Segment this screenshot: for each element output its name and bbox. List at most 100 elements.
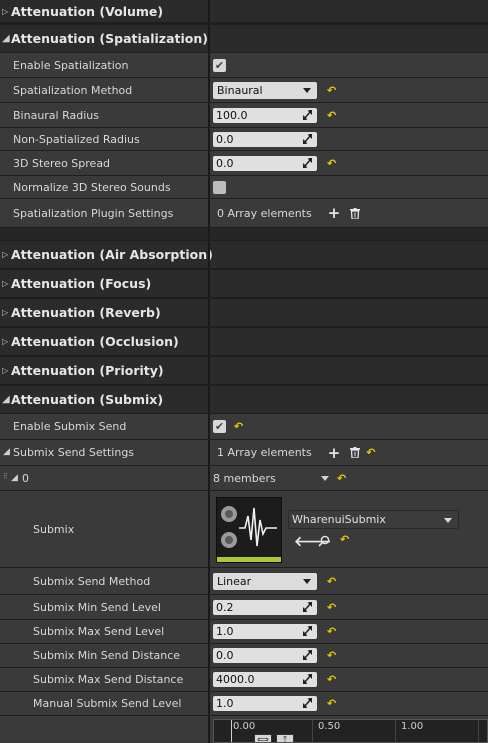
category-priority[interactable]: ▷ Attenuation (Priority) <box>0 357 488 384</box>
zoom-to-fit-vertical-button[interactable]: ⤒ <box>276 734 294 742</box>
property-submix-max-send-level: Submix Max Send Level 1.0 ↶ <box>0 620 488 643</box>
submix-asset-dropdown[interactable]: WharenuiSubmix <box>288 510 459 529</box>
column-divider <box>208 668 210 691</box>
enable-submix-send-checkbox[interactable]: ✔ <box>213 420 226 433</box>
collapsed-arrow-icon[interactable]: ▷ <box>2 270 8 297</box>
submix-thumbnail[interactable] <box>216 497 282 563</box>
stereo-spread-input[interactable]: 0.0 <box>213 155 317 171</box>
category-submix[interactable]: ◢ Attenuation (Submix) <box>0 386 488 413</box>
property-label: Spatialization Plugin Settings <box>13 206 174 220</box>
category-title: Attenuation (Focus) <box>11 276 152 291</box>
collapsed-arrow-icon[interactable]: ▷ <box>2 328 8 355</box>
binaural-radius-input[interactable]: 100.0 <box>213 107 317 123</box>
trash-icon[interactable] <box>350 207 361 219</box>
property-enable-spatialization: Enable Spatialization ✔ <box>0 53 488 77</box>
property-label: Submix Min Send Level <box>33 600 161 614</box>
category-air-absorption[interactable]: ▷ Attenuation (Air Absorption) <box>0 241 488 268</box>
reset-to-default-icon[interactable]: ↶ <box>327 84 336 97</box>
curve-editor[interactable]: 0.00 0.50 1.00 ⟺ ⤒ <box>213 719 488 743</box>
collapsed-arrow-icon[interactable]: ▷ <box>2 241 8 268</box>
min-send-level-input[interactable]: 0.2 <box>213 599 317 615</box>
browse-search-icon[interactable] <box>318 535 330 547</box>
drag-handle-icon[interactable]: ⁝⁝ <box>3 472 8 482</box>
add-element-icon[interactable]: + <box>328 444 341 462</box>
reset-to-default-icon[interactable]: ↶ <box>327 157 336 170</box>
column-divider <box>208 328 210 355</box>
input-value: 100.0 <box>216 108 248 122</box>
reset-to-default-icon[interactable]: ↶ <box>327 649 336 662</box>
asset-type-bar <box>217 557 281 562</box>
property-label: Submix Send Method <box>33 574 151 588</box>
collapsed-arrow-icon[interactable]: ▷ <box>2 0 8 22</box>
property-normalize-stereo: Normalize 3D Stereo Sounds <box>0 176 488 198</box>
property-submix-max-send-distance: Submix Max Send Distance 4000.0 ↶ <box>0 668 488 691</box>
reset-to-default-icon[interactable]: ↶ <box>327 673 336 686</box>
drag-spin-icon <box>303 109 312 120</box>
category-occlusion[interactable]: ▷ Attenuation (Occlusion) <box>0 328 488 355</box>
column-divider <box>208 716 210 743</box>
column-divider <box>208 103 210 127</box>
reset-to-default-icon[interactable]: ↶ <box>337 472 346 485</box>
reset-to-default-icon[interactable]: ↶ <box>327 697 336 710</box>
chevron-down-icon[interactable] <box>321 475 329 481</box>
category-title: Attenuation (Reverb) <box>11 305 161 320</box>
property-label: Submix Max Send Level <box>33 625 165 638</box>
max-send-distance-input[interactable]: 4000.0 <box>213 672 317 687</box>
max-send-level-input[interactable]: 1.0 <box>213 624 317 639</box>
property-3d-stereo-spread: 3D Stereo Spread 0.0 ↶ <box>0 151 488 175</box>
dropdown-value: WharenuiSubmix <box>292 513 386 526</box>
expanded-arrow-icon[interactable]: ◢ <box>2 386 10 413</box>
category-spacer <box>0 228 488 240</box>
category-focus[interactable]: ▷ Attenuation (Focus) <box>0 270 488 297</box>
property-spatialization-method: Spatialization Method Binaural ↶ <box>0 78 488 102</box>
category-title: Attenuation (Occlusion) <box>11 334 179 349</box>
drag-spin-icon <box>303 674 312 684</box>
curve-tick-label: 0.50 <box>318 721 341 732</box>
min-send-distance-input[interactable]: 0.0 <box>213 648 317 663</box>
property-label: 3D Stereo Spread <box>13 156 111 170</box>
property-non-spatialized-radius: Non-Spatialized Radius 0.0 <box>0 128 488 150</box>
column-divider <box>208 176 210 198</box>
reset-to-default-icon[interactable]: ↶ <box>327 575 336 588</box>
property-label: Submix Min Send Distance <box>33 649 181 662</box>
column-divider <box>208 692 210 715</box>
reset-to-default-icon[interactable]: ↶ <box>327 109 336 122</box>
curve-tick-mark <box>478 720 479 742</box>
drag-spin-icon <box>303 650 312 660</box>
property-enable-submix-send: Enable Submix Send ✔ ↶ <box>0 414 488 439</box>
column-divider <box>208 620 210 643</box>
column-divider <box>208 568 210 594</box>
spatialization-method-dropdown[interactable]: Binaural <box>213 81 317 99</box>
submix-send-method-dropdown[interactable]: Linear <box>213 572 317 590</box>
zoom-to-fit-horizontal-button[interactable]: ⟺ <box>254 734 272 742</box>
drag-spin-icon <box>303 698 312 708</box>
reset-to-default-icon[interactable]: ↶ <box>327 625 336 638</box>
expanded-arrow-icon[interactable]: ◢ <box>2 25 10 52</box>
enable-spatialization-checkbox[interactable]: ✔ <box>213 58 226 72</box>
category-reverb[interactable]: ▷ Attenuation (Reverb) <box>0 299 488 326</box>
trash-icon[interactable] <box>350 447 361 458</box>
column-divider <box>208 25 210 52</box>
category-volume[interactable]: ▷ Attenuation (Volume) <box>0 0 488 22</box>
collapsed-arrow-icon[interactable]: ▷ <box>2 357 8 384</box>
column-divider <box>208 53 210 77</box>
speaker-waveform-icon <box>217 498 281 556</box>
drag-spin-icon <box>303 601 312 612</box>
add-element-icon[interactable]: + <box>328 204 341 222</box>
reset-to-default-icon[interactable]: ↶ <box>340 533 349 546</box>
expanded-arrow-icon[interactable]: ◢ <box>11 473 18 483</box>
chevron-down-icon <box>303 578 311 584</box>
manual-send-level-input[interactable]: 1.0 <box>213 696 317 711</box>
expanded-arrow-icon[interactable]: ◢ <box>3 447 10 457</box>
column-divider <box>208 491 210 567</box>
reset-to-default-icon[interactable]: ↶ <box>234 420 243 433</box>
reset-to-default-icon[interactable]: ↶ <box>327 601 336 614</box>
collapsed-arrow-icon[interactable]: ▷ <box>2 299 8 326</box>
reset-to-default-icon[interactable]: ↶ <box>366 446 375 459</box>
normalize-stereo-checkbox[interactable] <box>213 180 226 194</box>
array-element-0: ⁝⁝ ◢ 0 8 members ↶ <box>0 466 488 490</box>
property-label: Submix Send Settings <box>13 446 135 459</box>
non-spatialized-radius-input[interactable]: 0.0 <box>213 131 317 147</box>
curve-tick-label: 0.00 <box>233 721 256 732</box>
category-spatialization[interactable]: ◢ Attenuation (Spatialization) <box>0 25 488 52</box>
